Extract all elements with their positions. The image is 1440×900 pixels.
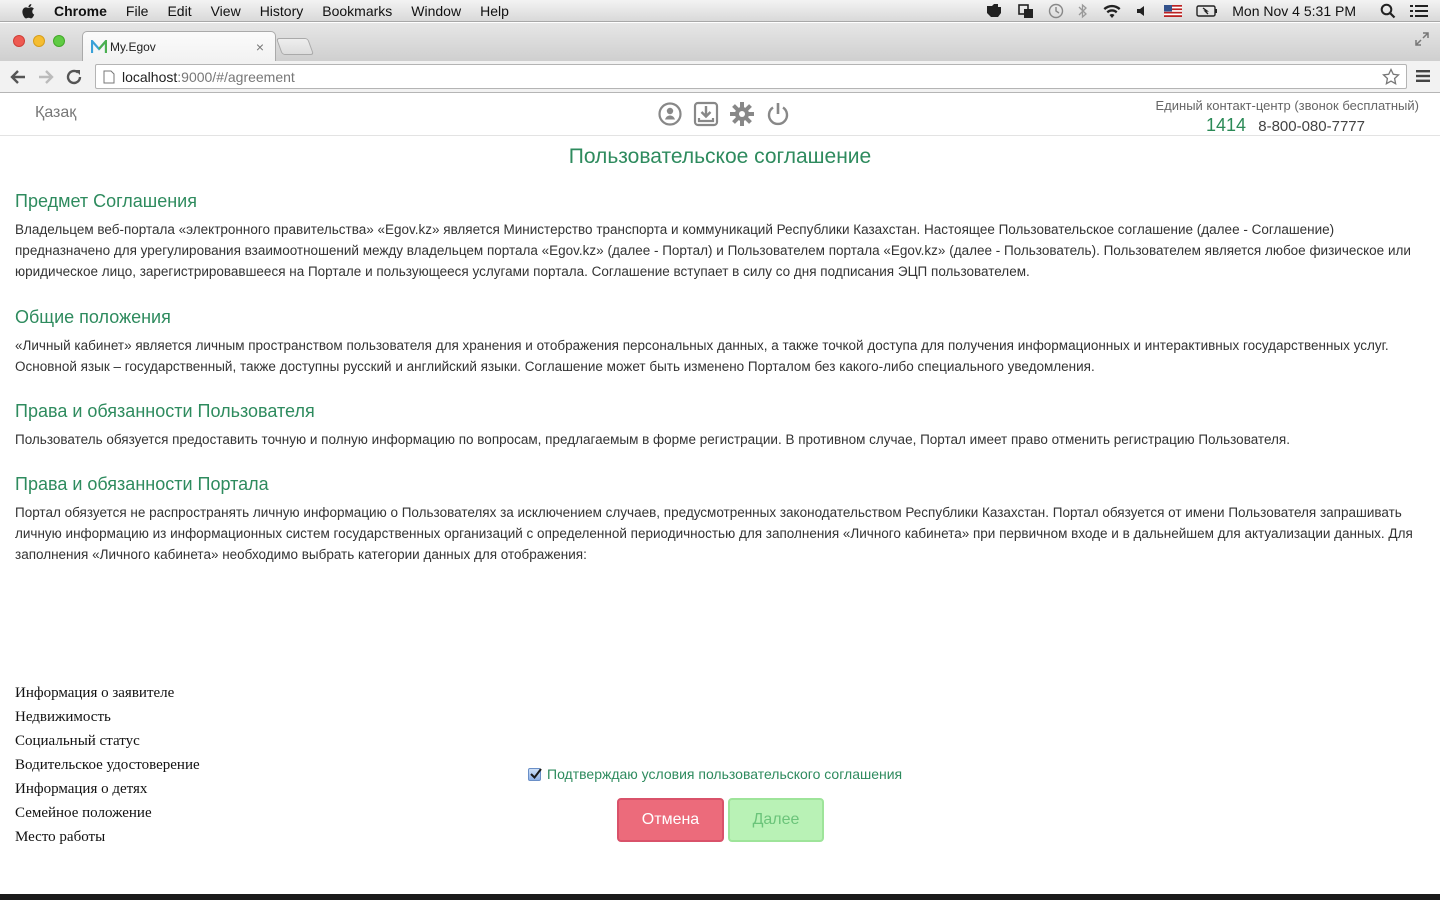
language-switch-link[interactable]: Қазақ	[35, 104, 76, 122]
contact-phones: 1414 8-800-080-7777	[1156, 115, 1419, 136]
agreement-checkbox-label[interactable]: Подтверждаю условия пользовательского со…	[547, 766, 902, 782]
page-title: Пользовательское соглашение	[568, 145, 872, 168]
section-text: Владельцем веб-портала «электронного пра…	[15, 222, 1411, 279]
list-item: Информация о заявителе	[15, 685, 175, 701]
bookmark-star-icon[interactable]	[1382, 68, 1400, 86]
menu-app-chrome[interactable]: Chrome	[54, 3, 107, 19]
macos-menu-bar: Chrome File Edit View History Bookmarks …	[0, 0, 1440, 22]
list-item: Социальный статус	[15, 733, 140, 749]
menu-help[interactable]: Help	[480, 3, 509, 19]
browser-tab-my-egov[interactable]: My.Egov ×	[82, 31, 276, 61]
browser-tab-strip: My.Egov ×	[0, 23, 1440, 61]
chrome-menu-icon[interactable]	[1416, 69, 1430, 83]
section-text: Портал обязуется не распространять личну…	[15, 505, 1413, 562]
short-phone-number[interactable]: 1414	[1206, 115, 1246, 135]
window-close-button[interactable]	[13, 35, 25, 47]
section-heading: Права и обязанности Портала	[15, 474, 269, 494]
section-heading: Общие положения	[15, 307, 171, 327]
header-icon-group	[657, 101, 801, 127]
screen-share-icon[interactable]	[1018, 3, 1034, 19]
list-item: Водительское удостоверение	[15, 757, 200, 773]
bluetooth-icon[interactable]	[1078, 3, 1088, 19]
agreement-confirm-row: Подтверждаю условия пользовательского со…	[528, 766, 902, 782]
screen-bottom-edge	[0, 894, 1440, 900]
contact-center-info: Единый контакт-центр (звонок бесплатный)…	[1156, 98, 1419, 136]
menu-file[interactable]: File	[126, 3, 149, 19]
url-path: :9000/#/agreement	[177, 68, 295, 85]
apple-menu-icon[interactable]	[20, 2, 38, 20]
menu-bookmarks[interactable]: Bookmarks	[322, 3, 392, 19]
user-profile-icon[interactable]	[657, 101, 683, 127]
time-machine-icon[interactable]	[1048, 3, 1064, 19]
list-item: Недвижимость	[15, 709, 111, 725]
menu-bar-status-area: Mon Nov 4 5:31 PM	[984, 0, 1440, 22]
section-text: «Личный кабинет» является личным простра…	[15, 338, 1389, 374]
back-arrow-icon[interactable]	[8, 67, 28, 87]
window-minimize-button[interactable]	[33, 35, 45, 47]
list-item: Информация о детях	[15, 781, 148, 797]
list-item: Место работы	[15, 829, 106, 845]
section-heading: Права и обязанности Пользователя	[15, 401, 315, 421]
browser-toolbar: localhost :9000/#/agreement	[0, 61, 1440, 93]
download-tray-icon[interactable]	[693, 101, 719, 127]
next-button[interactable]: Далее	[728, 798, 824, 842]
input-source-flag-icon[interactable]	[1164, 5, 1183, 17]
url-host: localhost	[122, 68, 178, 85]
menu-bar-clock[interactable]: Mon Nov 4 5:31 PM	[1232, 3, 1356, 19]
tab-title: My.Egov	[110, 39, 156, 54]
list-item: Семейное положение	[15, 805, 152, 821]
wifi-icon[interactable]	[1102, 3, 1122, 19]
address-bar[interactable]: localhost :9000/#/agreement	[95, 64, 1407, 89]
section-portal-rights: Права и обязанности Портала Портал обязу…	[15, 474, 1427, 565]
forward-arrow-icon[interactable]	[36, 67, 56, 87]
window-zoom-button[interactable]	[53, 35, 65, 47]
section-text: Пользователь обязуется предоставить точн…	[15, 432, 1290, 447]
agreement-page: Қазақ Единый контакт-центр (звонок беспл…	[0, 94, 1440, 894]
checkmark-icon	[530, 767, 542, 779]
contact-center-title: Единый контакт-центр (звонок бесплатный)	[1155, 98, 1419, 113]
section-heading: Предмет Соглашения	[15, 191, 197, 211]
section-user-rights: Права и обязанности Пользователя Пользов…	[15, 401, 1290, 450]
menu-edit[interactable]: Edit	[167, 3, 191, 19]
tab-close-icon[interactable]: ×	[251, 39, 269, 55]
header-divider	[0, 135, 1440, 136]
fullscreen-icon[interactable]	[1414, 31, 1430, 47]
power-logout-icon[interactable]	[765, 101, 791, 127]
battery-icon[interactable]	[1196, 5, 1218, 17]
menu-view[interactable]: View	[211, 3, 241, 19]
section-general: Общие положения «Личный кабинет» являетс…	[15, 307, 1427, 377]
reload-icon[interactable]	[64, 67, 84, 87]
menu-window[interactable]: Window	[411, 3, 461, 19]
notification-center-icon[interactable]	[1410, 4, 1428, 18]
settings-gear-icon[interactable]	[729, 101, 755, 127]
spotlight-search-icon[interactable]	[1380, 3, 1396, 19]
volume-icon[interactable]	[1136, 3, 1150, 19]
page-icon	[103, 70, 115, 83]
cancel-button[interactable]: Отмена	[617, 798, 724, 842]
my-egov-favicon-icon	[91, 39, 107, 53]
agreement-checkbox[interactable]	[528, 767, 542, 781]
long-phone-number[interactable]: 8-800-080-7777	[1258, 118, 1365, 135]
menu-history[interactable]: History	[260, 3, 304, 19]
section-subject: Предмет Соглашения Владельцем веб-портал…	[15, 191, 1427, 282]
data-category-list: Информация о заявителе Недвижимость Соци…	[15, 681, 200, 849]
evernote-icon[interactable]	[984, 3, 1004, 19]
new-tab-button[interactable]	[275, 38, 315, 55]
